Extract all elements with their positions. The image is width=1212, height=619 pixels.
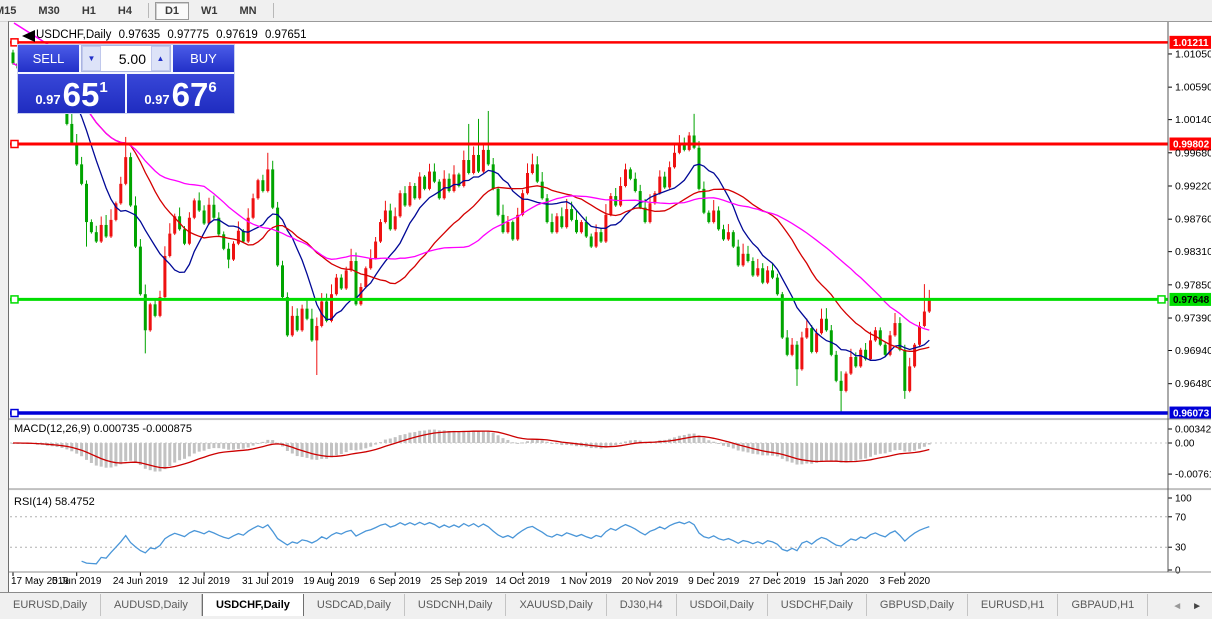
tab-scroll-right-button[interactable]: ► <box>1192 601 1202 612</box>
svg-text:1.00140: 1.00140 <box>1175 114 1211 126</box>
svg-text:1.01211: 1.01211 <box>1173 38 1209 49</box>
period-button-h4[interactable]: H4 <box>108 2 142 20</box>
period-button-w1[interactable]: W1 <box>191 2 228 20</box>
lot-increase-button[interactable]: ▲ <box>151 46 170 71</box>
chart-tab-eurusd-daily[interactable]: EURUSD,Daily <box>0 594 101 616</box>
svg-text:30: 30 <box>1175 543 1187 554</box>
x-axis-label: 9 Dec 2019 <box>688 576 740 587</box>
svg-text:-0.007615: -0.007615 <box>1175 470 1211 481</box>
chart-tab-xauusd-daily[interactable]: XAUUSD,Daily <box>506 594 607 616</box>
x-axis-label: 6 Sep 2019 <box>370 576 422 587</box>
tab-scroll-left-button[interactable]: ◄ <box>1172 601 1182 612</box>
hline-handle <box>10 408 19 418</box>
svg-text:0.96940: 0.96940 <box>1175 345 1211 357</box>
svg-text:0: 0 <box>1175 566 1181 577</box>
period-button-m15[interactable]: M15 <box>0 2 26 20</box>
svg-text:1.01050: 1.01050 <box>1175 48 1211 60</box>
hline-handle-right <box>1157 295 1166 304</box>
lot-decrease-button[interactable]: ▼ <box>82 46 101 71</box>
toolbar-separator <box>147 3 149 18</box>
chart-window: MACD(12,26,9) 0.000735 -0.000875 RSI(14) … <box>8 21 1212 593</box>
sell-price-button[interactable]: 0.97 65 1 <box>18 74 125 113</box>
lot-size-stepper: ▼ 5.00 ▲ <box>81 45 171 72</box>
x-axis-label: 1 Nov 2019 <box>561 576 613 587</box>
period-buttons: M15M30H1H4 D1W1MN <box>0 1 279 20</box>
svg-text:1.00590: 1.00590 <box>1175 82 1211 94</box>
chart-tabs: EURUSD,Daily AUDUSD,Daily USDCHF,Daily USDC… <box>0 594 1162 616</box>
sell-button[interactable]: SELL <box>18 45 81 72</box>
x-axis-label: 3 Feb 2020 <box>879 576 930 587</box>
chart-tab-usdcad-daily[interactable]: USDCAD,Daily <box>304 594 405 616</box>
svg-text:0.97390: 0.97390 <box>1175 313 1211 325</box>
chart-tab-usdchf-daily[interactable]: USDCHF,Daily <box>768 594 867 616</box>
svg-text:0.96073: 0.96073 <box>1173 409 1210 420</box>
x-axis-label: 20 Nov 2019 <box>622 576 679 587</box>
x-axis-label: 25 Sep 2019 <box>431 576 488 587</box>
chart-tab-gbpusd-daily[interactable]: GBPUSD,Daily <box>867 594 968 616</box>
chart-tab-eurusd-h1[interactable]: EURUSD,H1 <box>968 594 1059 616</box>
svg-text:0.99680: 0.99680 <box>1175 147 1211 159</box>
chart-tab-usdoil-daily[interactable]: USDOil,Daily <box>677 594 768 616</box>
svg-text:0.003428: 0.003428 <box>1175 425 1211 436</box>
sell-price-big: 65 <box>62 76 100 113</box>
svg-text:0.99220: 0.99220 <box>1175 180 1211 192</box>
buy-price-big: 67 <box>171 76 209 113</box>
chart-tab-audusd-daily[interactable]: AUDUSD,Daily <box>101 594 202 616</box>
chart-tab-dj30-h4[interactable]: DJ30,H4 <box>607 594 677 616</box>
period-button-m30[interactable]: M30 <box>28 2 69 20</box>
macd-label: MACD(12,26,9) 0.000735 -0.000875 <box>14 423 192 435</box>
buy-button[interactable]: BUY <box>171 45 234 72</box>
ohlc-open: 0.97635 <box>118 29 161 41</box>
svg-text:0.98760: 0.98760 <box>1175 214 1211 226</box>
hline-handle <box>10 139 19 149</box>
period-button-mn[interactable]: MN <box>230 2 267 20</box>
svg-text:0.97648: 0.97648 <box>1173 295 1210 306</box>
toolbar-separator <box>272 3 274 18</box>
svg-text:70: 70 <box>1175 512 1187 523</box>
ohlc-close: 0.97651 <box>264 29 307 41</box>
sell-price-pip: 1 <box>99 79 108 96</box>
ohlc-low: 0.97619 <box>216 29 258 41</box>
x-axis-label: 24 Jun 2019 <box>113 576 168 587</box>
tab-scroll-controls: ◄ ► <box>1162 593 1212 619</box>
buy-price-prefix: 0.97 <box>144 92 170 107</box>
x-axis-label: 27 Dec 2019 <box>749 576 806 587</box>
one-click-trading-panel: SELL ▼ 5.00 ▲ BUY 0.97 65 1 0.97 67 6 <box>17 44 235 114</box>
chart-tab-usdchf-daily[interactable]: USDCHF,Daily <box>201 594 304 616</box>
sell-price-prefix: 0.97 <box>35 92 61 107</box>
chart-tab-gbpaud-h1[interactable]: GBPAUD,H1 <box>1058 594 1149 616</box>
x-axis-label: 12 Jul 2019 <box>178 576 230 587</box>
buy-price-button[interactable]: 0.97 67 6 <box>127 74 234 113</box>
x-axis-label: 15 Jan 2020 <box>814 576 869 587</box>
chart-tab-usdcnh-daily[interactable]: USDCNH,Daily <box>405 594 507 616</box>
chart-tab-bar: EURUSD,Daily AUDUSD,Daily USDCHF,Daily USDC… <box>0 592 1212 619</box>
rsi-label: RSI(14) 58.4752 <box>14 496 95 508</box>
period-button-d1[interactable]: D1 <box>154 1 189 20</box>
svg-text:0.98310: 0.98310 <box>1175 246 1211 258</box>
svg-text:0.97850: 0.97850 <box>1175 279 1211 291</box>
chart-title-bar: USDCHF,Daily 0.97635 0.97775 0.97619 0.9… <box>36 29 311 41</box>
x-axis-label: 14 Oct 2019 <box>495 576 550 587</box>
mt4-window: M15M30H1H4 D1W1MN MACD(12,26,9) 0.000735 … <box>0 0 1212 619</box>
hline-handle <box>10 295 19 304</box>
ohlc-high: 0.97775 <box>167 29 209 41</box>
chart-symbol-title: USDCHF,Daily <box>36 29 112 41</box>
x-axis-label: 5 Jun 2019 <box>52 576 102 587</box>
x-axis-label: 31 Jul 2019 <box>242 576 294 587</box>
chart-shift-arrow-icon <box>22 30 35 42</box>
period-button-h1[interactable]: H1 <box>72 2 106 20</box>
svg-text:100: 100 <box>1175 494 1192 505</box>
svg-text:0.96480: 0.96480 <box>1175 378 1211 390</box>
svg-text:0.00: 0.00 <box>1175 439 1195 450</box>
period-toolbar: M15M30H1H4 D1W1MN <box>0 0 1212 22</box>
lot-size-value[interactable]: 5.00 <box>101 46 151 71</box>
buy-price-pip: 6 <box>208 79 217 96</box>
x-axis-label: 19 Aug 2019 <box>303 576 360 587</box>
